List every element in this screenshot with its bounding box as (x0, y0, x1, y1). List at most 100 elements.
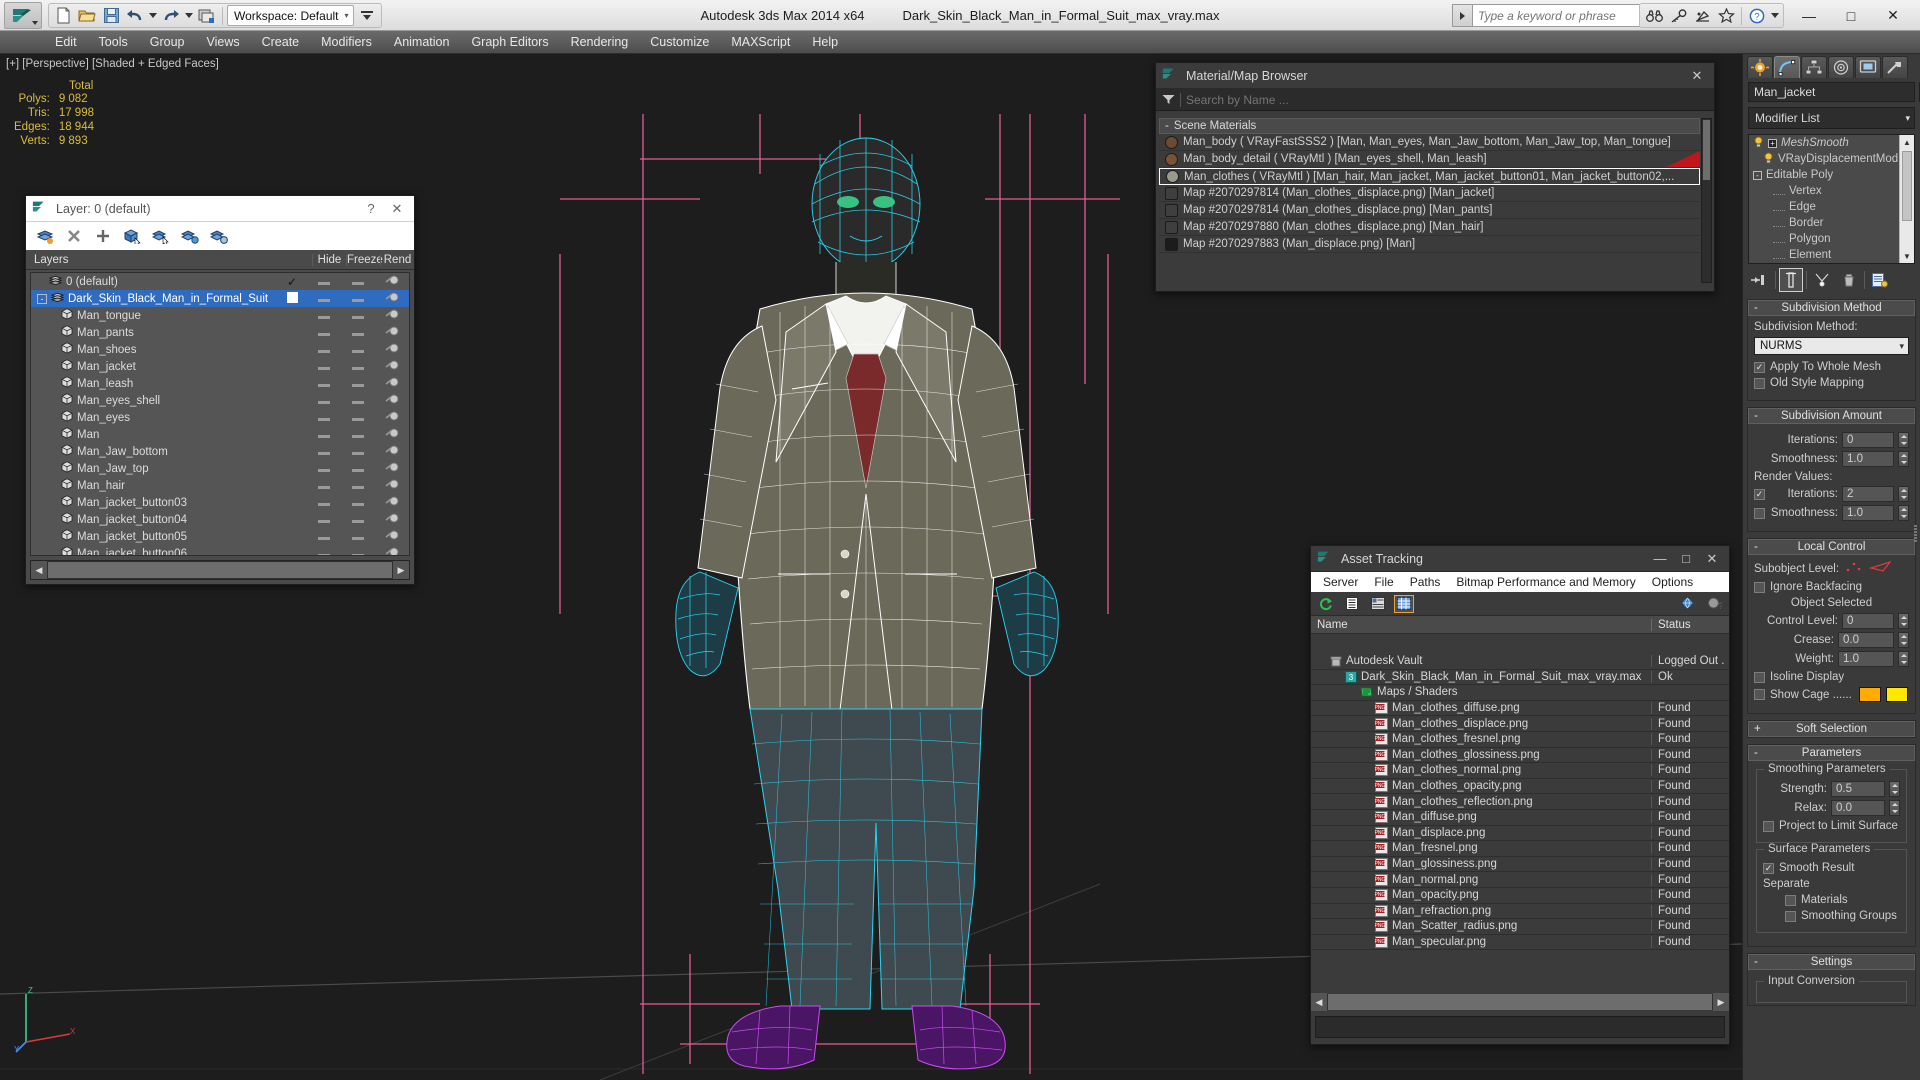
layer-render-cell[interactable] (375, 496, 409, 509)
scroll-left-icon[interactable]: ◀ (1311, 993, 1327, 1011)
menu-item-create[interactable]: Create (251, 32, 311, 52)
modifier-stack[interactable]: + MeshSmooth VRayDisplacementMod - Editable … (1748, 134, 1915, 264)
modify-tab[interactable] (1774, 56, 1800, 78)
asset-row[interactable]: Autodesk Vault Logged Out . (1311, 654, 1729, 670)
layer-properties-icon[interactable] (206, 224, 232, 248)
layer-hide-cell[interactable] (307, 412, 341, 424)
at-menu-item-server[interactable]: Server (1315, 573, 1366, 591)
close-button[interactable]: ✕ (1684, 65, 1710, 87)
rollout-header[interactable]: - Parameters (1748, 745, 1915, 761)
rollout-header[interactable]: + Soft Selection (1748, 721, 1915, 737)
layer-render-cell[interactable] (375, 462, 409, 475)
search-input[interactable] (1473, 5, 1651, 26)
create-tab[interactable] (1747, 56, 1773, 78)
material-browser-search[interactable] (1156, 89, 1714, 111)
viewport-label[interactable]: [+] [Perspective] [Shaded + Edged Faces] (6, 58, 219, 70)
cage-color-swatch-2[interactable] (1885, 687, 1908, 702)
rollout-expand-icon[interactable]: + (1754, 723, 1761, 735)
material-row[interactable]: Map #2070297814 (Man_clothes_displace.pn… (1159, 185, 1700, 202)
layer-render-cell[interactable] (375, 445, 409, 458)
smooth-result-checkbox[interactable]: Smooth Result (1763, 862, 1900, 874)
material-row[interactable]: Man_clothes ( VRayMtl ) [Man_hair, Man_j… (1159, 168, 1700, 185)
layer-hide-cell[interactable] (307, 344, 341, 356)
asset-row[interactable]: PNG Man_clothes_glossiness.png Found (1311, 748, 1729, 764)
make-unique-icon[interactable] (1810, 268, 1834, 292)
smoothing-groups-checkbox[interactable]: Smoothing Groups (1785, 910, 1900, 922)
new-file-icon[interactable] (52, 5, 74, 26)
column-render[interactable]: Rend (380, 253, 414, 266)
hierarchy-tab[interactable] (1801, 56, 1827, 78)
help-button[interactable]: ? (358, 198, 384, 220)
layer-current-cell[interactable]: ✓ (277, 275, 307, 289)
rollout-expand-icon[interactable]: - (1754, 541, 1758, 553)
expand-collapse-icon[interactable]: + (1768, 138, 1777, 148)
strength-spinner[interactable] (1889, 781, 1900, 797)
menu-item-edit[interactable]: Edit (44, 32, 88, 52)
project-to-limit-surface-checkbox[interactable]: Project to Limit Surface (1763, 820, 1900, 832)
star-icon[interactable] (1715, 5, 1737, 26)
layer-row[interactable]: Man_hair (31, 477, 409, 494)
scroll-right-icon[interactable]: ▶ (393, 561, 409, 579)
material-row-list[interactable]: Man_body ( VRayFastSSS2 ) [Man, Man_eyes… (1159, 134, 1700, 253)
layer-hide-cell[interactable] (307, 497, 341, 509)
asset-row[interactable]: PNG Man_clothes_opacity.png Found (1311, 779, 1729, 795)
layer-hide-cell[interactable] (307, 361, 341, 373)
motion-tab[interactable] (1828, 56, 1854, 78)
modifier-stack-row[interactable]: Polygon (1749, 231, 1899, 247)
checkbox-box[interactable] (1754, 377, 1765, 389)
help-question-icon[interactable]: ? (1704, 595, 1724, 613)
satellite-icon[interactable] (1691, 5, 1713, 26)
scene-materials-group[interactable]: - Scene Materials (1159, 118, 1700, 134)
edge-subobject-icon[interactable] (1868, 560, 1892, 577)
minimize-button[interactable]: — (1647, 548, 1673, 570)
layer-render-cell[interactable] (375, 360, 409, 373)
layer-row[interactable]: Man_jacket_button03 (31, 494, 409, 511)
rollout-expand-icon[interactable]: - (1754, 302, 1758, 314)
checkbox-box[interactable] (1754, 581, 1765, 593)
asset-row[interactable]: 3 Dark_Skin_Black_Man_in_Formal_Suit_max_… (1311, 670, 1729, 686)
layer-row[interactable]: Man_leash (31, 375, 409, 392)
close-button[interactable]: ✕ (1872, 0, 1914, 31)
help-icon[interactable]: ? (1746, 5, 1768, 26)
weight-field[interactable]: 1.0 (1838, 651, 1894, 667)
layer-freeze-cell[interactable] (341, 429, 375, 441)
at-menu-item-file[interactable]: File (1366, 573, 1401, 591)
layer-hide-cell[interactable] (307, 429, 341, 441)
isoline-display-checkbox[interactable]: Isoline Display (1754, 671, 1909, 683)
refresh-icon[interactable] (1316, 595, 1336, 613)
layer-render-cell[interactable] (375, 309, 409, 322)
layer-hide-cell[interactable] (307, 293, 341, 305)
rollout-expand-icon[interactable]: - (1754, 410, 1758, 422)
layer-freeze-cell[interactable] (341, 446, 375, 458)
modifier-stack-row[interactable]: Element (1749, 247, 1899, 263)
layer-hide-cell[interactable] (307, 531, 341, 543)
render-iterations-checkbox[interactable] (1754, 488, 1765, 500)
workspace-menu-icon[interactable] (356, 5, 378, 26)
render-smoothness-checkbox[interactable] (1754, 507, 1765, 519)
checkbox-box[interactable] (1763, 820, 1774, 832)
column-layers[interactable]: Layers (26, 254, 282, 266)
rollout-expand-icon[interactable]: - (1754, 747, 1758, 759)
layer-hide-cell[interactable] (307, 276, 341, 288)
control-level-spinner[interactable] (1898, 613, 1909, 629)
modifier-stack-scrollbar[interactable]: ▲ ▼ (1899, 135, 1914, 263)
select-objects-in-layer-icon[interactable] (119, 224, 145, 248)
keyword-search[interactable] (1452, 4, 1652, 27)
column-freeze[interactable]: Freeze (346, 253, 383, 266)
layer-row[interactable]: Man_pants (31, 324, 409, 341)
ignore-backfacing-checkbox[interactable]: Ignore Backfacing (1754, 581, 1909, 593)
material-row[interactable]: Map #2070297814 (Man_clothes_displace.pn… (1159, 202, 1700, 219)
save-file-icon[interactable] (100, 5, 122, 26)
key-icon[interactable] (1667, 5, 1689, 26)
scroll-thumb[interactable] (1328, 994, 1712, 1010)
layer-render-cell[interactable] (375, 377, 409, 390)
render-smoothness-spinner[interactable] (1898, 505, 1909, 521)
at-menu-item-paths[interactable]: Paths (1402, 573, 1449, 591)
modifier-stack-row[interactable]: Edge (1749, 199, 1899, 215)
layer-freeze-cell[interactable] (341, 327, 375, 339)
details-view-icon[interactable] (1368, 595, 1388, 613)
layer-row[interactable]: Man_Jaw_bottom (31, 443, 409, 460)
modifier-stack-row[interactable]: Vertex (1749, 183, 1899, 199)
asset-row[interactable]: PNG Man_fresnel.png Found (1311, 841, 1729, 857)
filter-icon[interactable] (1156, 89, 1180, 111)
